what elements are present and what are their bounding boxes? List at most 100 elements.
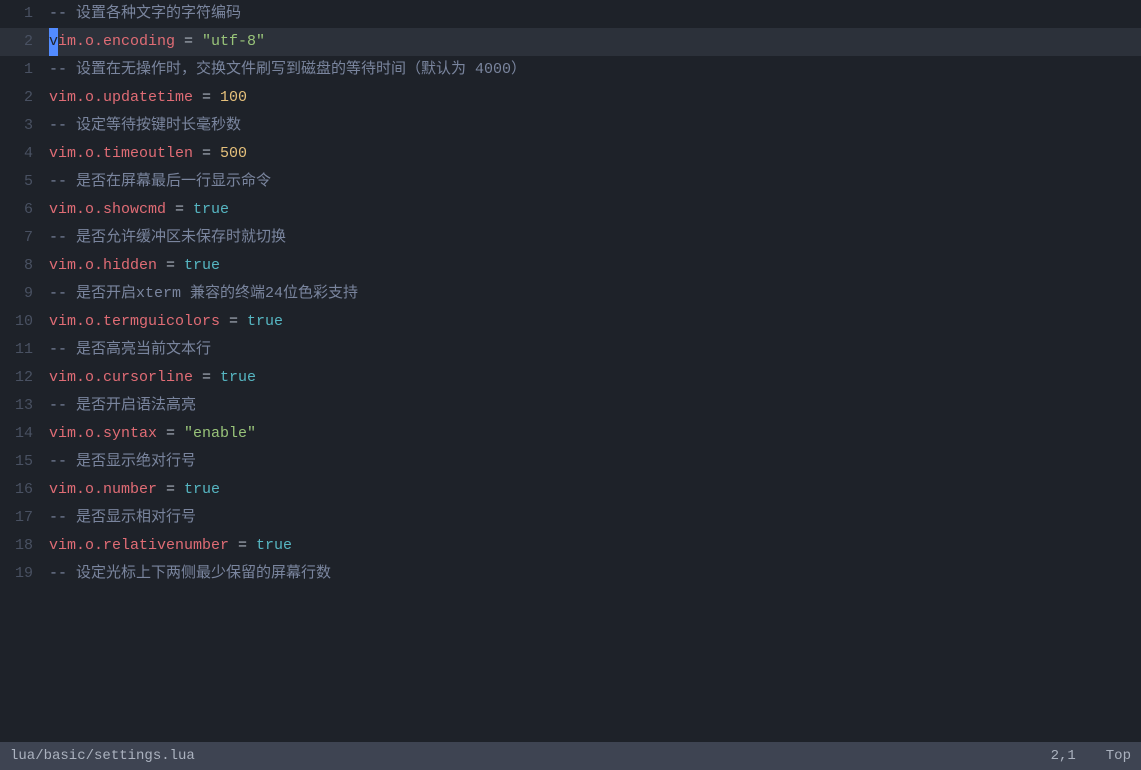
code-line-s9: 9 -- 是否开启xterm 兼容的终端24位色彩支持 bbox=[0, 280, 1141, 308]
code-line-s11: 11 -- 是否高亮当前文本行 bbox=[0, 336, 1141, 364]
code-number: 100 bbox=[220, 89, 247, 106]
line-number: 10 bbox=[0, 308, 45, 336]
line-number: 17 bbox=[0, 504, 45, 532]
code-bool: true bbox=[193, 201, 229, 218]
line-number: 18 bbox=[0, 532, 45, 560]
code-operator: = bbox=[193, 369, 220, 386]
statusline-filename: lua/basic/settings.lua bbox=[10, 742, 195, 770]
code-bool: true bbox=[220, 369, 256, 386]
code-line-s3: 3 -- 设定等待按键时长毫秒数 bbox=[0, 112, 1141, 140]
line-content: vim.o.encoding = "utf-8" bbox=[45, 28, 1141, 56]
code-bool: true bbox=[247, 313, 283, 330]
code-operator: = bbox=[157, 481, 184, 498]
code-operator: = bbox=[175, 33, 202, 50]
code-property: vim.o.number bbox=[49, 481, 157, 498]
code-operator: = bbox=[166, 201, 193, 218]
code-property: vim.o.updatetime bbox=[49, 89, 193, 106]
editor-area[interactable]: 1 -- 设置各种文字的字符编码 2 vim.o.encoding = "utf… bbox=[0, 0, 1141, 742]
code-operator: = bbox=[157, 257, 184, 274]
statusline-right: 2,1 Top bbox=[1051, 742, 1131, 770]
code-operator: = bbox=[220, 313, 247, 330]
line-number: 2 bbox=[0, 84, 45, 112]
statusline-scroll: Top bbox=[1106, 742, 1131, 770]
line-content: -- 是否显示相对行号 bbox=[45, 504, 1141, 532]
code-property: vim.o.timeoutlen bbox=[49, 145, 193, 162]
line-content: -- 是否高亮当前文本行 bbox=[45, 336, 1141, 364]
code-property: vim.o.hidden bbox=[49, 257, 157, 274]
code-bool: true bbox=[184, 481, 220, 498]
code-property: vim.o.cursorline bbox=[49, 369, 193, 386]
line-content: vim.o.number = true bbox=[45, 476, 1141, 504]
line-number: 7 bbox=[0, 224, 45, 252]
line-number: 19 bbox=[0, 560, 45, 588]
line-content: -- 是否显示绝对行号 bbox=[45, 448, 1141, 476]
code-line-s17: 17 -- 是否显示相对行号 bbox=[0, 504, 1141, 532]
code-line-s10: 10 vim.o.termguicolors = true bbox=[0, 308, 1141, 336]
line-number: 4 bbox=[0, 140, 45, 168]
line-number: 16 bbox=[0, 476, 45, 504]
code-line-s12: 12 vim.o.cursorline = true bbox=[0, 364, 1141, 392]
line-number: 12 bbox=[0, 364, 45, 392]
line-content: vim.o.termguicolors = true bbox=[45, 308, 1141, 336]
line-content: -- 是否在屏幕最后一行显示命令 bbox=[45, 168, 1141, 196]
code-line-s1: 1 -- 设置在无操作时，交换文件刷写到磁盘的等待时间（默认为 4000） bbox=[0, 56, 1141, 84]
line-content: -- 设置各种文字的字符编码 bbox=[45, 0, 1141, 28]
code-line-s2: 2 vim.o.updatetime = 100 bbox=[0, 84, 1141, 112]
line-content: vim.o.hidden = true bbox=[45, 252, 1141, 280]
code-line-s14: 14 vim.o.syntax = "enable" bbox=[0, 420, 1141, 448]
line-number: 1 bbox=[0, 56, 45, 84]
line-number: 6 bbox=[0, 196, 45, 224]
code-operator: = bbox=[193, 145, 220, 162]
line-content: vim.o.showcmd = true bbox=[45, 196, 1141, 224]
code-operator: = bbox=[229, 537, 256, 554]
line-number: 13 bbox=[0, 392, 45, 420]
line-number: 8 bbox=[0, 252, 45, 280]
line-content: -- 设定等待按键时长毫秒数 bbox=[45, 112, 1141, 140]
line-content: -- 设定光标上下两侧最少保留的屏幕行数 bbox=[45, 560, 1141, 588]
line-number: 9 bbox=[0, 280, 45, 308]
code-line-s4: 4 vim.o.timeoutlen = 500 bbox=[0, 140, 1141, 168]
code-line-s6: 6 vim.o.showcmd = true bbox=[0, 196, 1141, 224]
line-number: 11 bbox=[0, 336, 45, 364]
line-content: -- 是否开启语法高亮 bbox=[45, 392, 1141, 420]
code-line-s13: 13 -- 是否开启语法高亮 bbox=[0, 392, 1141, 420]
code-operator: = bbox=[193, 89, 220, 106]
line-number: 2 bbox=[0, 28, 45, 56]
code-property: vim.o.showcmd bbox=[49, 201, 166, 218]
code-line-s19: 19 -- 设定光标上下两侧最少保留的屏幕行数 bbox=[0, 560, 1141, 588]
code-line-2: 2 vim.o.encoding = "utf-8" bbox=[0, 28, 1141, 56]
line-content: -- 设置在无操作时，交换文件刷写到磁盘的等待时间（默认为 4000） bbox=[45, 56, 1141, 84]
code-number: 500 bbox=[220, 145, 247, 162]
line-number: 1 bbox=[0, 0, 45, 28]
line-content: vim.o.updatetime = 100 bbox=[45, 84, 1141, 112]
code-property: vim.o.relativenumber bbox=[49, 537, 229, 554]
code-string: "utf-8" bbox=[202, 33, 265, 50]
line-number: 14 bbox=[0, 420, 45, 448]
statusline-position: 2,1 bbox=[1051, 742, 1076, 770]
code-property: vim.o.termguicolors bbox=[49, 313, 220, 330]
code-line-s8: 8 vim.o.hidden = true bbox=[0, 252, 1141, 280]
line-number: 15 bbox=[0, 448, 45, 476]
code-operator: = bbox=[157, 425, 184, 442]
line-content: -- 是否开启xterm 兼容的终端24位色彩支持 bbox=[45, 280, 1141, 308]
line-content: -- 是否允许缓冲区未保存时就切换 bbox=[45, 224, 1141, 252]
code-line-s7: 7 -- 是否允许缓冲区未保存时就切换 bbox=[0, 224, 1141, 252]
code-property: im.o.encoding bbox=[58, 33, 175, 50]
code-string: "enable" bbox=[184, 425, 256, 442]
code-line-s15: 15 -- 是否显示绝对行号 bbox=[0, 448, 1141, 476]
line-content: vim.o.timeoutlen = 500 bbox=[45, 140, 1141, 168]
line-content: vim.o.syntax = "enable" bbox=[45, 420, 1141, 448]
code-line-s5: 5 -- 是否在屏幕最后一行显示命令 bbox=[0, 168, 1141, 196]
code-line-s18: 18 vim.o.relativenumber = true bbox=[0, 532, 1141, 560]
code-property: vim.o.syntax bbox=[49, 425, 157, 442]
line-content: vim.o.cursorline = true bbox=[45, 364, 1141, 392]
line-content: vim.o.relativenumber = true bbox=[45, 532, 1141, 560]
statusline: lua/basic/settings.lua 2,1 Top bbox=[0, 742, 1141, 770]
code-bool: true bbox=[184, 257, 220, 274]
code-line-s16: 16 vim.o.number = true bbox=[0, 476, 1141, 504]
line-number: 5 bbox=[0, 168, 45, 196]
line-number: 3 bbox=[0, 112, 45, 140]
code-bool: true bbox=[256, 537, 292, 554]
code-line-1: 1 -- 设置各种文字的字符编码 bbox=[0, 0, 1141, 28]
cursor: v bbox=[49, 28, 58, 56]
